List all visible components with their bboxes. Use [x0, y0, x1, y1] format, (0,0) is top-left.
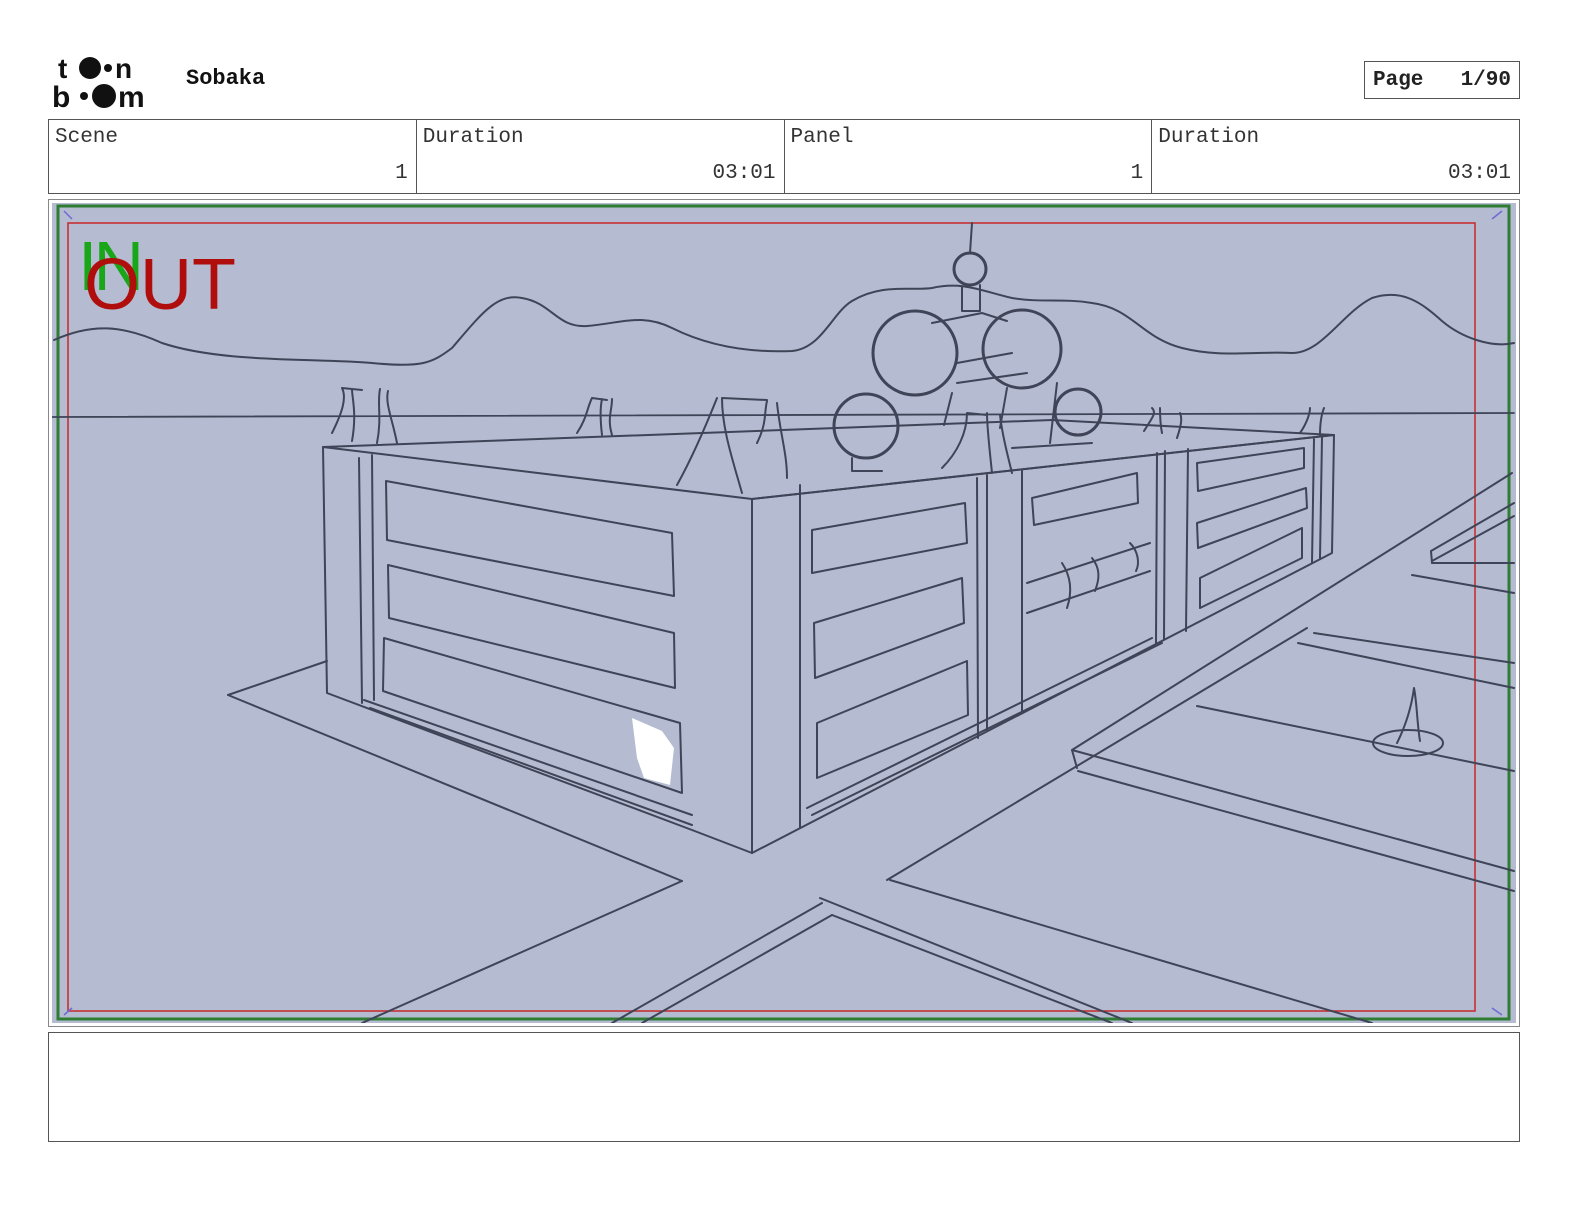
page-label: Page	[1373, 68, 1424, 92]
scene-cell: Scene 1	[49, 120, 417, 193]
toon-boom-logo: t n b m	[52, 52, 164, 114]
panel-duration-label: Duration	[1158, 126, 1260, 149]
page-indicator: Page 1/90	[1364, 61, 1520, 99]
panel-value: 1	[1130, 162, 1144, 185]
page-number: 1/90	[1460, 68, 1511, 92]
scene-duration-label: Duration	[422, 126, 524, 149]
scene-duration-cell: Duration 03:01	[417, 120, 785, 193]
panel-duration-cell: Duration 03:01	[1152, 120, 1519, 193]
storyboard-panel-drawing: IN OUT	[52, 203, 1516, 1023]
white-patch	[632, 718, 674, 785]
out-frame	[67, 222, 1476, 1012]
panel-cell: Panel 1	[785, 120, 1153, 193]
panel-label: Panel	[790, 126, 854, 149]
svg-text:n: n	[115, 53, 132, 84]
scene-label: Scene	[55, 126, 119, 149]
sketch-svg	[52, 204, 1515, 1023]
svg-text:b: b	[52, 81, 70, 110]
scene-info-row: Scene 1 Duration 03:01 Panel 1 Duration …	[48, 119, 1520, 194]
frame-corner-marks	[63, 210, 1503, 1016]
scene-duration-value: 03:01	[712, 162, 776, 185]
out-marker: OUT	[84, 245, 236, 325]
panel-notes-box[interactable]	[48, 1032, 1520, 1142]
sketch-lines	[52, 222, 1515, 1023]
scene-value: 1	[395, 162, 408, 185]
panel-duration-value: 03:01	[1447, 162, 1511, 185]
svg-text:m: m	[118, 81, 145, 110]
project-title: Sobaka	[186, 66, 266, 91]
svg-text:t: t	[58, 53, 67, 84]
